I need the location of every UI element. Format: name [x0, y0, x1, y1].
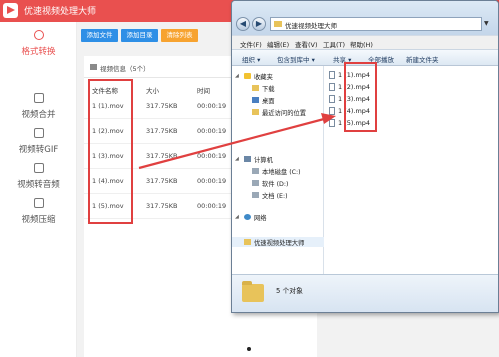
add-folder-button[interactable]: 添加目录: [121, 29, 158, 42]
sidebar-item-video-to-audio[interactable]: 视频转音频: [0, 163, 77, 190]
nav-label: 下载: [262, 86, 275, 93]
nav-downloads[interactable]: 下载: [232, 83, 324, 93]
file-size: 317.75KB: [146, 152, 178, 160]
file-duration: 00:00:19: [197, 152, 227, 160]
address-path: 优速视频处理大师: [285, 22, 337, 30]
file-duration: 00:00:19: [197, 102, 227, 110]
recent-places-icon: [252, 109, 259, 115]
compress-icon: [33, 198, 44, 208]
video-file-icon: [329, 95, 335, 103]
video-file-icon: [329, 71, 335, 79]
navigation-pane: ◢ 收藏夹 下载 桌面 最近访问的位置 ◢ 计算机 本地磁盘 (C:) 软件 (…: [232, 66, 324, 274]
file-size: 317.75KB: [146, 127, 178, 135]
video-file-icon: [329, 83, 335, 91]
menu-edit[interactable]: 编辑(E): [267, 39, 289, 49]
large-folder-icon: [242, 281, 264, 302]
panel-title: 视频信息（5个）: [100, 65, 150, 73]
computer-icon: [244, 156, 251, 162]
desktop-icon: [252, 97, 259, 103]
sidebar-item-label: 视频转音频: [17, 180, 60, 190]
folder-icon: [274, 21, 282, 27]
include-in-library-button[interactable]: 包含到库中 ▾: [277, 54, 315, 64]
clear-list-button[interactable]: 清除列表: [161, 29, 198, 42]
nav-desktop[interactable]: 桌面: [232, 95, 324, 105]
sidebar-item-label: 视频转GIF: [18, 145, 59, 155]
sidebar-item-video-merge[interactable]: 视频合并: [0, 93, 77, 120]
star-icon: [244, 73, 251, 79]
nav-drive-e[interactable]: 文档 (E:): [232, 190, 324, 200]
sidebar-item-label: 视频压缩: [21, 215, 56, 225]
file-size: 317.75KB: [146, 102, 178, 110]
file-duration: 00:00:19: [197, 177, 227, 185]
nav-label: 网络: [254, 215, 267, 222]
file-size: 317.75KB: [146, 202, 178, 210]
nav-current-folder[interactable]: 优速视频处理大师: [232, 237, 324, 247]
explorer-caption: ◀ ▶ 优速视频处理大师 ▼: [232, 1, 498, 35]
nav-label: 软件 (D:): [262, 181, 289, 188]
nav-recent-places[interactable]: 最近访问的位置: [232, 107, 324, 117]
expand-icon[interactable]: ◢: [235, 156, 239, 162]
address-bar[interactable]: 优速视频处理大师: [270, 17, 482, 31]
gif-icon: [33, 128, 44, 138]
video-file-icon: [329, 119, 335, 127]
video-merge-icon: [33, 93, 44, 103]
nav-label: 最近访问的位置: [262, 110, 307, 117]
drive-icon: [252, 180, 259, 186]
app-logo-icon: [3, 3, 18, 18]
nav-drive-c[interactable]: 本地磁盘 (C:): [232, 166, 324, 176]
back-icon[interactable]: ◀: [236, 17, 250, 31]
sidebar-item-label: 视频合并: [21, 110, 56, 120]
sidebar-item-video-to-gif[interactable]: 视频转GIF: [0, 128, 77, 155]
explorer-menu-bar: 文件(F) 编辑(E) 查看(V) 工具(T) 帮助(H): [232, 35, 498, 49]
nav-drive-d[interactable]: 软件 (D:): [232, 178, 324, 188]
annotation-box-source-files: [88, 79, 133, 224]
menu-view[interactable]: 查看(V): [295, 39, 318, 49]
menu-tools[interactable]: 工具(T): [323, 39, 345, 49]
forward-icon[interactable]: ▶: [252, 17, 266, 31]
nav-label: 优速视频处理大师: [254, 240, 305, 247]
sidebar-item-video-compress[interactable]: 视频压缩: [0, 198, 77, 225]
new-folder-button[interactable]: 新建文件夹: [406, 54, 439, 64]
item-count: 5 个对象: [276, 287, 303, 295]
sidebar-item-format-convert[interactable]: 格式转换: [0, 30, 77, 57]
nav-label: 本地磁盘 (C:): [262, 169, 301, 176]
menu-file[interactable]: 文件(F): [240, 39, 262, 49]
organize-button[interactable]: 组织 ▾: [242, 54, 260, 64]
network-icon: [244, 214, 251, 220]
nav-label: 文档 (E:): [262, 193, 288, 200]
folder-icon: [244, 239, 251, 245]
download-folder-icon: [252, 85, 259, 91]
expand-icon[interactable]: ◢: [235, 73, 239, 79]
annotation-box-output-files: [344, 62, 377, 132]
app-title: 优速视频处理大师: [24, 7, 97, 17]
add-file-button[interactable]: 添加文件: [81, 29, 118, 42]
nav-network[interactable]: ◢ 网络: [232, 212, 324, 222]
app-sidebar: 格式转换 视频合并 视频转GIF 视频转音频 视频压缩: [0, 22, 77, 357]
file-size: 317.75KB: [146, 177, 178, 185]
drive-icon: [252, 168, 259, 174]
menu-help[interactable]: 帮助(H): [350, 39, 373, 49]
file-duration: 00:00:19: [197, 127, 227, 135]
nav-label: 计算机: [254, 157, 273, 164]
drive-icon: [252, 192, 259, 198]
details-pane: 5 个对象: [232, 274, 498, 312]
nav-favorites[interactable]: ◢ 收藏夹: [232, 71, 324, 81]
format-convert-icon: [33, 30, 44, 40]
chevron-down-icon[interactable]: ▼: [484, 20, 489, 27]
folder-icon: [90, 64, 97, 70]
expand-icon[interactable]: ◢: [235, 214, 239, 220]
page-indicator-dot: [247, 347, 251, 351]
video-file-icon: [329, 107, 335, 115]
sidebar-item-label: 格式转换: [21, 47, 56, 57]
audio-icon: [33, 163, 44, 173]
explorer-window: ◀ ▶ 优速视频处理大师 ▼ 文件(F) 编辑(E) 查看(V) 工具(T) 帮…: [231, 0, 499, 313]
nav-computer[interactable]: ◢ 计算机: [232, 154, 324, 164]
file-duration: 00:00:19: [197, 202, 227, 210]
nav-label: 收藏夹: [254, 74, 273, 81]
nav-label: 桌面: [262, 98, 275, 105]
